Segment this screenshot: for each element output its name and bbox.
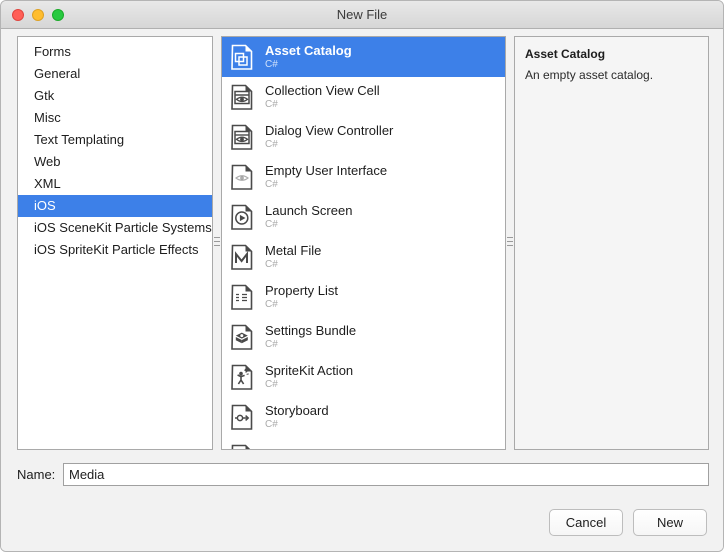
template-item-language: C#: [265, 99, 278, 110]
template-item-label: Launch Screen: [265, 203, 353, 218]
template-item-label: Dialog View Controller: [265, 123, 394, 138]
details-content: Asset Catalog An empty asset catalog.: [515, 37, 708, 83]
name-input[interactable]: [63, 462, 709, 486]
category-item[interactable]: iOS SpriteKit Particle Effects: [18, 239, 212, 261]
window-title: New File: [336, 7, 388, 22]
dialog-view-controller-icon: [227, 122, 257, 152]
template-item[interactable]: Asset Catalog C#: [222, 37, 505, 77]
template-item-label: Settings Bundle: [265, 323, 357, 338]
template-item-text: Collection View Cell C#: [265, 83, 380, 111]
name-label: Name:: [17, 466, 56, 482]
splitter-grip-icon: [214, 237, 220, 246]
footer-buttons: Cancel New: [549, 509, 707, 536]
template-item-language: C#: [265, 139, 278, 150]
template-item-language: C#: [265, 419, 278, 430]
settings-bundle-icon: [227, 322, 257, 352]
category-item[interactable]: Web: [18, 151, 212, 173]
template-item-text: Asset Catalog C#: [265, 43, 352, 71]
category-item-label: General: [34, 66, 81, 81]
template-item-language: C#: [265, 379, 278, 390]
template-item[interactable]: Empty User Interface C#: [222, 157, 505, 197]
splitter-grip-icon: [507, 237, 513, 246]
template-item-language: C#: [265, 219, 278, 230]
storyboard-icon: [227, 402, 257, 432]
asset-catalog-icon: [227, 42, 257, 72]
template-item-label: Asset Catalog: [265, 43, 352, 58]
template-item-label: Storyboard: [265, 403, 329, 418]
template-item-text: Storyboard C#: [265, 403, 329, 431]
category-item-label: XML: [34, 176, 61, 191]
collection-view-cell-icon: [227, 82, 257, 112]
category-item[interactable]: Text Templating: [18, 129, 212, 151]
template-item-label: SpriteKit Action: [265, 363, 354, 378]
template-pane: Asset Catalog C# Collection View Cell C# Dia…: [221, 36, 506, 450]
template-item[interactable]: [222, 437, 505, 449]
detail-title: Asset Catalog: [525, 47, 606, 61]
category-item-label: Misc: [34, 110, 61, 125]
template-item[interactable]: Launch Screen C#: [222, 197, 505, 237]
template-item-text: SpriteKit Action C#: [265, 363, 353, 391]
template-item[interactable]: SpriteKit Action C#: [222, 357, 505, 397]
document-icon: [227, 442, 257, 449]
details-pane: Asset Catalog An empty asset catalog.: [514, 36, 709, 450]
metal-file-icon: [227, 242, 257, 272]
category-item[interactable]: Forms: [18, 41, 212, 63]
template-item-label: Metal File: [265, 243, 322, 258]
category-item-label: iOS SceneKit Particle Systems: [34, 220, 212, 235]
empty-user-interface-icon: [227, 162, 257, 192]
name-row: Name:: [17, 462, 709, 486]
template-list[interactable]: Asset Catalog C# Collection View Cell C# Dia…: [222, 37, 505, 449]
dialog-content: Forms General Gtk Misc Text Templating Web XML…: [1, 30, 723, 551]
template-item-label: Collection View Cell: [265, 83, 380, 98]
detail-description: An empty asset catalog.: [525, 68, 654, 82]
template-item-language: C#: [265, 299, 278, 310]
category-item[interactable]: XML: [18, 173, 212, 195]
template-item-text: Dialog View Controller C#: [265, 123, 393, 151]
new-file-dialog: New File Forms General Gtk Misc Text Templat…: [0, 0, 724, 552]
category-item[interactable]: Gtk: [18, 85, 212, 107]
category-pane: Forms General Gtk Misc Text Templating Web XML…: [17, 36, 213, 450]
template-item[interactable]: Dialog View Controller C#: [222, 117, 505, 157]
template-item-text: Property List C#: [265, 283, 338, 311]
launch-screen-icon: [227, 202, 257, 232]
spritekit-action-icon: [227, 362, 257, 392]
category-item-label: Forms: [34, 44, 71, 59]
template-item-text: Metal File C#: [265, 243, 321, 271]
category-item-label: Text Templating: [34, 132, 125, 147]
template-item[interactable]: Property List C#: [222, 277, 505, 317]
splitter-left[interactable]: [213, 36, 221, 450]
template-item[interactable]: Metal File C#: [222, 237, 505, 277]
property-list-icon: [227, 282, 257, 312]
category-item[interactable]: Misc: [18, 107, 212, 129]
template-item-language: C#: [265, 59, 278, 70]
panes-container: Forms General Gtk Misc Text Templating Web XML…: [17, 36, 709, 450]
category-item-label: iOS SpriteKit Particle Effects: [34, 242, 199, 257]
category-item-label: Gtk: [34, 88, 55, 103]
template-item-language: C#: [265, 259, 278, 270]
cancel-button[interactable]: Cancel: [549, 509, 623, 536]
template-item-text: Launch Screen C#: [265, 203, 352, 231]
template-item[interactable]: Collection View Cell C#: [222, 77, 505, 117]
template-item-text: Empty User Interface C#: [265, 163, 387, 191]
category-item-label: iOS: [34, 198, 56, 213]
splitter-right[interactable]: [506, 36, 514, 450]
category-item[interactable]: General: [18, 63, 212, 85]
title-bar: New File: [1, 1, 723, 29]
category-list[interactable]: Forms General Gtk Misc Text Templating Web XML…: [18, 37, 212, 449]
category-item-label: Web: [34, 154, 61, 169]
template-item[interactable]: Settings Bundle C#: [222, 317, 505, 357]
template-item-language: C#: [265, 179, 278, 190]
new-button[interactable]: New: [633, 509, 707, 536]
template-item[interactable]: Storyboard C#: [222, 397, 505, 437]
template-item-label: Property List: [265, 283, 338, 298]
template-item-language: C#: [265, 339, 278, 350]
category-item[interactable]: iOS: [18, 195, 212, 217]
category-item[interactable]: iOS SceneKit Particle Systems: [18, 217, 212, 239]
template-item-text: Settings Bundle C#: [265, 323, 356, 351]
template-item-label: Empty User Interface: [265, 163, 388, 178]
